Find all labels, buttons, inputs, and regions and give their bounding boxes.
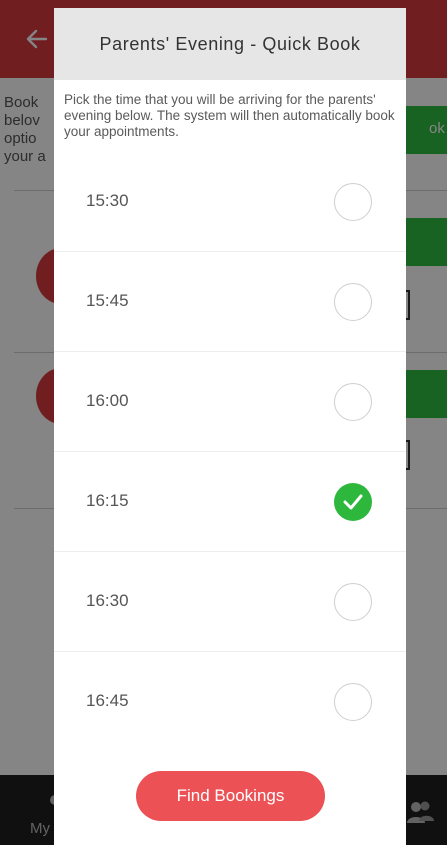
time-slot-label: 15:45 xyxy=(86,291,129,310)
time-slot-radio[interactable] xyxy=(334,383,372,421)
time-slot-radio[interactable] xyxy=(334,183,372,221)
modal-title: Parents' Evening - Quick Book xyxy=(99,33,361,54)
time-slot-radio[interactable] xyxy=(334,583,372,621)
modal-header: Parents' Evening - Quick Book xyxy=(54,8,406,80)
time-slot-radio[interactable] xyxy=(334,683,372,721)
time-slot-label: 15:30 xyxy=(86,191,129,210)
quick-book-modal: Parents' Evening - Quick Book Pick the t… xyxy=(54,8,406,845)
time-slot-label: 16:15 xyxy=(86,491,129,510)
time-slot-label: 16:00 xyxy=(86,391,129,410)
checkmark-icon xyxy=(343,494,363,510)
time-slot-row[interactable]: 16:15 xyxy=(54,452,406,552)
modal-footer: Find Bookings xyxy=(54,747,406,845)
time-slot-row[interactable]: 15:30 xyxy=(54,152,406,252)
time-slot-radio-selected[interactable] xyxy=(334,483,372,521)
time-slot-label: 16:30 xyxy=(86,591,129,610)
modal-instructions: Pick the time that you will be arriving … xyxy=(64,92,395,139)
time-slot-list: 15:30 15:45 16:00 16:15 16:30 16:45 xyxy=(54,152,406,752)
time-slot-row[interactable]: 16:45 xyxy=(54,652,406,752)
time-slot-row[interactable]: 15:45 xyxy=(54,252,406,352)
time-slot-label: 16:45 xyxy=(86,691,129,710)
time-slot-radio[interactable] xyxy=(334,283,372,321)
time-slot-row[interactable]: 16:30 xyxy=(54,552,406,652)
find-bookings-button[interactable]: Find Bookings xyxy=(136,771,325,821)
time-slot-row[interactable]: 16:00 xyxy=(54,352,406,452)
